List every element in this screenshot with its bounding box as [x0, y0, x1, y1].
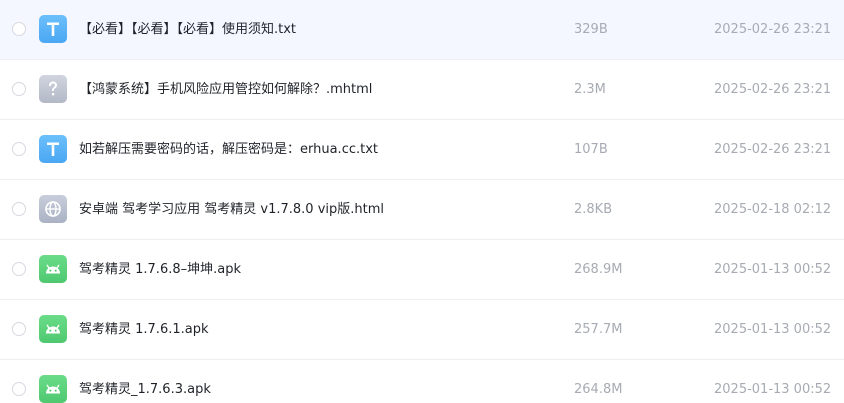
file-name[interactable]: 安卓端 驾考学习应用 驾考精灵 v1.7.8.0 vip版.html	[79, 201, 384, 219]
file-row[interactable]: 驾考精灵 1.7.6.1.apk 257.7M 2025-01-13 00:52	[0, 300, 844, 360]
row-checkbox[interactable]	[12, 142, 26, 156]
row-checkbox[interactable]	[12, 322, 26, 336]
file-list: 【必看】【必看】【必看】使用须知.txt 329B 2025-02-26 23:…	[0, 0, 844, 403]
file-row[interactable]: 安卓端 驾考学习应用 驾考精灵 v1.7.8.0 vip版.html 2.8KB…	[0, 180, 844, 240]
row-checkbox[interactable]	[12, 202, 26, 216]
file-date: 2025-01-13 00:52	[714, 382, 832, 397]
file-date: 2025-01-13 00:52	[714, 262, 832, 277]
file-row[interactable]: 驾考精灵_1.7.6.3.apk 264.8M 2025-01-13 00:52	[0, 360, 844, 403]
file-name[interactable]: 如若解压需要密码的话，解压密码是：erhua.cc.txt	[79, 141, 378, 159]
unknown-file-icon	[39, 75, 67, 103]
file-name[interactable]: 驾考精灵 1.7.6.8–坤坤.apk	[79, 261, 241, 279]
row-checkbox[interactable]	[12, 82, 26, 96]
file-size: 329B	[574, 22, 608, 37]
android-apk-icon	[39, 315, 67, 343]
row-checkbox[interactable]	[12, 22, 26, 36]
file-date: 2025-02-26 23:21	[714, 142, 832, 157]
android-apk-icon	[39, 255, 67, 283]
file-size: 2.8KB	[574, 202, 613, 217]
android-apk-icon	[39, 375, 67, 403]
row-checkbox[interactable]	[12, 382, 26, 396]
file-date: 2025-01-13 00:52	[714, 322, 832, 337]
file-date: 2025-02-26 23:21	[714, 22, 832, 37]
file-name[interactable]: 【鸿蒙系统】手机风险应用管控如何解除？.mhtml	[79, 81, 372, 99]
text-file-icon	[39, 15, 67, 43]
file-name[interactable]: 【必看】【必看】【必看】使用须知.txt	[79, 21, 296, 39]
file-size: 107B	[574, 142, 608, 157]
file-name[interactable]: 驾考精灵 1.7.6.1.apk	[79, 321, 209, 339]
web-file-icon	[39, 195, 67, 223]
file-size: 268.9M	[574, 262, 623, 277]
file-date: 2025-02-18 02:12	[714, 202, 832, 217]
file-size: 2.3M	[574, 82, 606, 97]
file-size: 264.8M	[574, 382, 623, 397]
file-date: 2025-02-26 23:21	[714, 82, 832, 97]
file-size: 257.7M	[574, 322, 623, 337]
file-name[interactable]: 驾考精灵_1.7.6.3.apk	[79, 381, 211, 399]
file-row[interactable]: 驾考精灵 1.7.6.8–坤坤.apk 268.9M 2025-01-13 00…	[0, 240, 844, 300]
file-row[interactable]: 【必看】【必看】【必看】使用须知.txt 329B 2025-02-26 23:…	[0, 0, 844, 60]
row-checkbox[interactable]	[12, 262, 26, 276]
file-row[interactable]: 【鸿蒙系统】手机风险应用管控如何解除？.mhtml 2.3M 2025-02-2…	[0, 60, 844, 120]
text-file-icon	[39, 135, 67, 163]
file-row[interactable]: 如若解压需要密码的话，解压密码是：erhua.cc.txt 107B 2025-…	[0, 120, 844, 180]
